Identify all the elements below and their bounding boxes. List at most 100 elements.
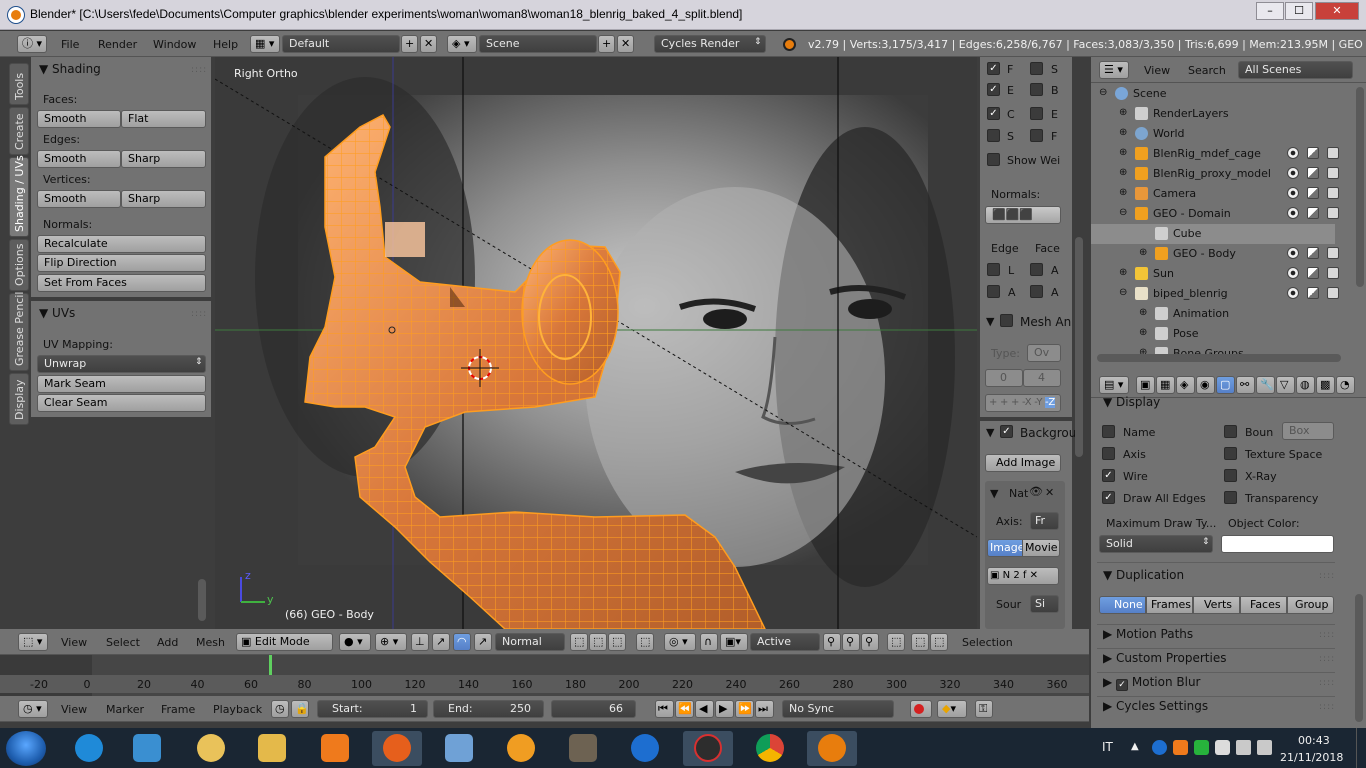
flag-s-checkbox[interactable] [1030,62,1043,75]
type-select[interactable]: Ov [1027,344,1061,362]
expand-toggle-icon[interactable]: ⊕ [1119,187,1127,198]
motion-blur-checkbox[interactable]: ✓ [1116,679,1129,691]
select-arrow-icon[interactable] [1307,187,1319,199]
display-panel-header[interactable]: ▼ Display [1103,395,1160,409]
outliner-item[interactable]: Cube [1091,224,1335,244]
eye-icon[interactable] [1287,287,1299,299]
taskbar-md[interactable] [683,731,733,766]
dupli-group-button[interactable]: Group [1287,596,1334,614]
rotate-manipulator[interactable]: ◠ [453,633,471,651]
vertex-select-mode[interactable]: ⬚ [570,633,588,651]
preview-range-toggle[interactable]: ◷ [271,700,289,718]
snap-element-button[interactable]: ▣▾ [720,633,748,651]
snap-target-select[interactable]: Active [750,633,820,651]
tray-app-icon[interactable] [1215,740,1230,755]
show-desktop-button[interactable] [1356,728,1366,768]
render-camera-icon[interactable] [1327,287,1339,299]
expand-toggle-icon[interactable]: ⊕ [1119,147,1127,158]
tab-display[interactable]: Display [9,373,29,425]
maximize-button[interactable]: ☐ [1285,2,1313,20]
scene-name-field[interactable]: Scene [479,35,597,53]
outliner-item[interactable]: ⊕ Camera [1091,184,1339,204]
expand-toggle-icon[interactable]: ⊕ [1119,107,1127,118]
outliner-item[interactable]: ⊖ GEO - Domain [1091,204,1339,224]
layout-add-button[interactable]: + [401,35,418,53]
eye-icon[interactable] [1287,167,1299,179]
expand-toggle-icon[interactable]: ⊕ [1119,127,1127,138]
opengl-render-button[interactable]: ⬚ [887,633,905,651]
expand-toggle-icon[interactable]: ⊖ [1119,207,1127,218]
sync-mode-select[interactable]: No Sync [782,700,894,718]
expand-toggle-icon[interactable]: ⊖ [1099,87,1107,98]
current-frame-marker[interactable] [269,655,272,675]
outliner-item-label[interactable]: RenderLayers [1153,107,1229,120]
edges-sharp-button[interactable]: Sharp [121,150,206,168]
flag-f-checkbox[interactable]: ✓ [987,62,1000,75]
texture-space-checkbox[interactable] [1224,447,1237,460]
dupli-faces-button[interactable]: Faces [1240,596,1287,614]
editor-type-outliner-button[interactable]: ☰ ▾ [1099,61,1129,79]
taskbar-firefox[interactable] [372,731,422,766]
render-camera-icon[interactable] [1327,207,1339,219]
language-indicator[interactable]: IT [1102,740,1113,754]
tab-shading-uvs[interactable]: Shading / UVs [9,155,29,237]
snap-rotation-toggle[interactable]: ⚲ [823,633,841,651]
render-camera-icon[interactable] [1327,247,1339,259]
lock-range-toggle[interactable]: 🔒 [291,700,309,718]
physics-tab-icon[interactable]: ◔ [1336,376,1355,394]
image-datablock-field[interactable]: ▣ N 2 f ✕ [987,567,1059,585]
tray-app-icon[interactable] [1152,740,1167,755]
play-reverse-button[interactable]: ◀ [695,700,714,718]
display-bounds-checkbox[interactable] [1224,425,1237,438]
display-name-checkbox[interactable] [1102,425,1115,438]
expand-toggle-icon[interactable]: ⊕ [1139,307,1147,318]
outliner-scrollbar-v[interactable] [1356,87,1364,287]
menu-playback[interactable]: Playback [213,703,262,716]
add-image-button[interactable]: Add Image [985,454,1061,472]
snap-toggle[interactable]: ∩ [700,633,718,651]
flag-f2-checkbox[interactable] [1030,129,1043,142]
modifiers-tab-icon[interactable]: 🔧 [1256,376,1275,394]
source-movie-tab[interactable]: Movie [1022,539,1060,557]
menu-outliner-search[interactable]: Search [1188,64,1226,77]
outliner-filter-select[interactable]: All Scenes [1238,61,1353,79]
range-max-field[interactable]: 4 [1023,369,1061,387]
range-min-field[interactable]: 0 [985,369,1023,387]
occlude-geometry-toggle[interactable]: ⬚ [636,633,654,651]
flag-b-checkbox[interactable] [1030,83,1043,96]
tray-app-icon[interactable] [1194,740,1209,755]
flag-e-checkbox[interactable]: ✓ [987,83,1000,96]
outliner-item-label[interactable]: biped_blenrig [1153,287,1228,300]
next-keyframe-button[interactable]: ⏩ [735,700,754,718]
outliner-item[interactable]: ⊕ BlenRig_proxy_model [1091,164,1339,184]
flag-e2-checkbox[interactable] [1030,107,1043,120]
cycles-settings-panel-header[interactable]: ▶ Cycles Settings [1103,699,1208,713]
taskbar-explorer[interactable] [247,731,297,766]
snap-self-toggle[interactable]: ⚲ [861,633,879,651]
dupli-verts-button[interactable]: Verts [1193,596,1240,614]
duplication-panel-header[interactable]: ▼ Duplication [1103,568,1184,582]
texture-tab-icon[interactable]: ▩ [1316,376,1335,394]
edges-smooth-button[interactable]: Smooth [37,150,121,168]
eye-icon[interactable] [1287,187,1299,199]
tab-grease-pencil[interactable]: Grease Pencil [9,292,29,371]
uvs-panel-header[interactable]: ▼ UVs [39,306,75,320]
menu-select[interactable]: Select [106,636,140,649]
data-tab-icon[interactable]: ▽ [1276,376,1295,394]
normals-display-buttons[interactable]: ⬛⬛⬛ [985,206,1061,224]
properties-scrollbar[interactable] [1355,594,1363,722]
clear-seam-button[interactable]: Clear Seam [37,394,206,412]
menu-file[interactable]: File [61,38,79,51]
tab-options[interactable]: Options [9,239,29,291]
menu-view[interactable]: View [61,636,87,649]
tray-expand-icon[interactable]: ▲ [1131,741,1139,752]
panel-grip-icon[interactable]: :::: [1319,678,1335,688]
volume-icon[interactable] [1257,740,1272,755]
translate-manipulator[interactable]: ↗ [432,633,450,651]
taskbar-chrome[interactable] [745,731,795,766]
menu-outliner-view[interactable]: View [1144,64,1170,77]
proportional-edit-button[interactable]: ◎ ▾ [664,633,696,651]
scene-tab-icon[interactable]: ◈ [1176,376,1195,394]
start-button[interactable] [6,731,46,766]
auto-keying-button[interactable] [910,700,932,718]
